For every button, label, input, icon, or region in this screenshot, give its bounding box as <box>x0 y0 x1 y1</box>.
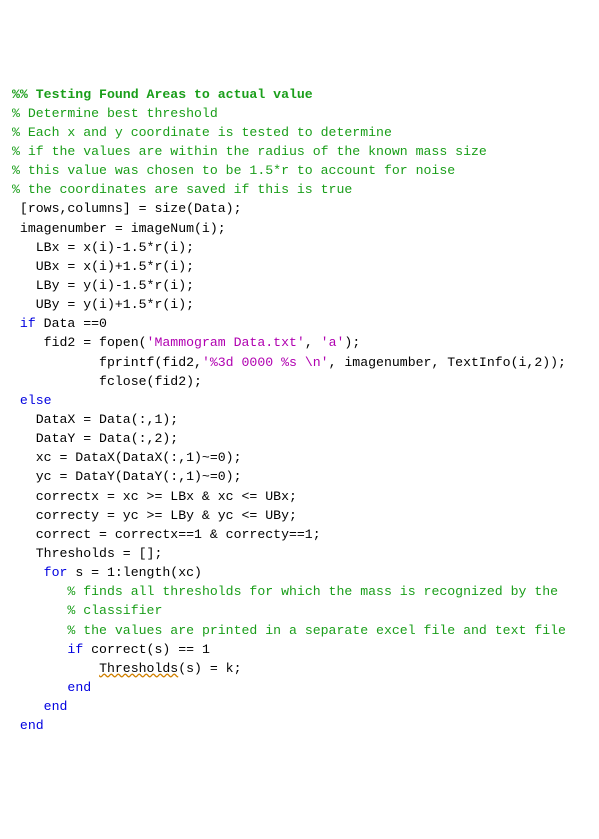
code-segment <box>12 584 67 599</box>
code-line: LBy = y(i)-1.5*r(i); <box>12 276 587 295</box>
code-segment: if <box>67 642 83 657</box>
code-segment: s = 1:length(xc) <box>67 565 202 580</box>
code-segment: imagenumber = imageNum(i); <box>12 221 226 236</box>
code-line: fprintf(fid2,'%3d 0000 %s \n', imagenumb… <box>12 353 587 372</box>
code-segment: correct(s) == 1 <box>83 642 210 657</box>
code-segment: '%3d 0000 %s \n' <box>202 355 329 370</box>
code-segment: [rows,columns] = size(Data); <box>12 201 242 216</box>
code-segment <box>12 642 67 657</box>
code-segment: % the coordinates are saved if this is t… <box>12 182 352 197</box>
code-segment <box>12 393 20 408</box>
code-segment: ); <box>344 335 360 350</box>
code-line: % finds all thresholds for which the mas… <box>12 582 587 601</box>
code-segment: , <box>305 335 321 350</box>
code-segment: correct = correctx==1 & correcty==1; <box>12 527 321 542</box>
code-line: % Each x and y coordinate is tested to d… <box>12 123 587 142</box>
code-segment: xc = DataX(DataX(:,1)~=0); <box>12 450 242 465</box>
code-segment: fprintf(fid2, <box>12 355 202 370</box>
code-segment: fclose(fid2); <box>12 374 202 389</box>
code-segment: end <box>20 718 44 733</box>
code-line: DataX = Data(:,1); <box>12 410 587 429</box>
code-line: % classifier <box>12 601 587 620</box>
code-line: imagenumber = imageNum(i); <box>12 219 587 238</box>
code-segment: UBy = y(i)+1.5*r(i); <box>12 297 194 312</box>
code-segment: %% Testing Found Areas to actual value <box>12 87 313 102</box>
code-segment <box>12 699 44 714</box>
code-line: DataY = Data(:,2); <box>12 429 587 448</box>
code-segment <box>12 565 44 580</box>
code-segment <box>12 623 67 638</box>
code-segment: , imagenumber, TextInfo(i,2)); <box>329 355 566 370</box>
code-segment: 'Mammogram Data.txt' <box>147 335 305 350</box>
code-segment: % the values are printed in a separate e… <box>67 623 566 638</box>
code-line: correct = correctx==1 & correcty==1; <box>12 525 587 544</box>
code-line: % this value was chosen to be 1.5*r to a… <box>12 161 587 180</box>
code-segment: % this value was chosen to be 1.5*r to a… <box>12 163 455 178</box>
code-segment: Thresholds <box>99 661 178 676</box>
code-line: if correct(s) == 1 <box>12 640 587 659</box>
code-line: xc = DataX(DataX(:,1)~=0); <box>12 448 587 467</box>
code-line: for s = 1:length(xc) <box>12 563 587 582</box>
code-segment: LBy = y(i)-1.5*r(i); <box>12 278 194 293</box>
code-segment: UBx = x(i)+1.5*r(i); <box>12 259 194 274</box>
code-line: yc = DataY(DataY(:,1)~=0); <box>12 467 587 486</box>
code-line: Thresholds = []; <box>12 544 587 563</box>
code-segment: % finds all thresholds for which the mas… <box>67 584 558 599</box>
code-segment: correcty = yc >= LBy & yc <= UBy; <box>12 508 297 523</box>
code-segment: (s) = k; <box>178 661 241 676</box>
code-segment: correctx = xc >= LBx & xc <= UBx; <box>12 489 297 504</box>
code-line: LBx = x(i)-1.5*r(i); <box>12 238 587 257</box>
code-line: %% Testing Found Areas to actual value <box>12 85 587 104</box>
code-line: Thresholds(s) = k; <box>12 659 587 678</box>
code-line: end <box>12 697 587 716</box>
code-line: [rows,columns] = size(Data); <box>12 199 587 218</box>
code-segment: yc = DataY(DataY(:,1)~=0); <box>12 469 242 484</box>
code-line: end <box>12 678 587 697</box>
code-line: end <box>12 716 587 735</box>
code-line: % the values are printed in a separate e… <box>12 621 587 640</box>
code-segment: for <box>44 565 68 580</box>
code-segment <box>12 680 67 695</box>
code-line: UBy = y(i)+1.5*r(i); <box>12 295 587 314</box>
code-segment: 'a' <box>321 335 345 350</box>
code-segment: % Each x and y coordinate is tested to d… <box>12 125 392 140</box>
code-line: else <box>12 391 587 410</box>
code-segment: Thresholds = []; <box>12 546 162 561</box>
code-block: %% Testing Found Areas to actual value % … <box>12 85 587 736</box>
code-line: % Determine best threshold <box>12 104 587 123</box>
code-segment: Data ==0 <box>36 316 107 331</box>
code-segment: % Determine best threshold <box>12 106 218 121</box>
code-segment: end <box>67 680 91 695</box>
code-segment <box>12 603 67 618</box>
code-segment: DataY = Data(:,2); <box>12 431 178 446</box>
code-segment: DataX = Data(:,1); <box>12 412 178 427</box>
code-segment: % if the values are within the radius of… <box>12 144 487 159</box>
code-segment: fid2 = fopen( <box>12 335 147 350</box>
code-line: correcty = yc >= LBy & yc <= UBy; <box>12 506 587 525</box>
code-line: fid2 = fopen('Mammogram Data.txt', 'a'); <box>12 333 587 352</box>
code-line: correctx = xc >= LBx & xc <= UBx; <box>12 487 587 506</box>
code-segment: % classifier <box>67 603 162 618</box>
code-segment <box>12 661 99 676</box>
code-segment <box>12 316 20 331</box>
code-line: fclose(fid2); <box>12 372 587 391</box>
code-segment: if <box>20 316 36 331</box>
code-line: % if the values are within the radius of… <box>12 142 587 161</box>
code-segment: else <box>20 393 52 408</box>
code-line: if Data ==0 <box>12 314 587 333</box>
code-segment: LBx = x(i)-1.5*r(i); <box>12 240 194 255</box>
code-line: % the coordinates are saved if this is t… <box>12 180 587 199</box>
code-segment <box>12 718 20 733</box>
code-line: UBx = x(i)+1.5*r(i); <box>12 257 587 276</box>
code-segment: end <box>44 699 68 714</box>
